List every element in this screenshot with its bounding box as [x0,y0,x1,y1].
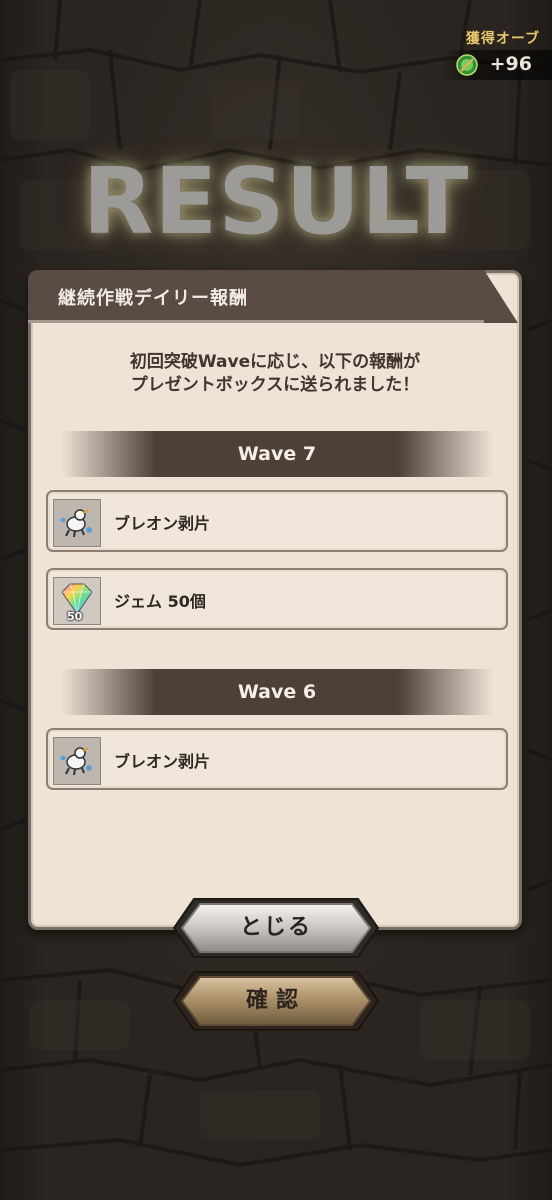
confirm-button[interactable]: 確認 [172,970,380,1032]
item-name: ブレオン剥片 [114,752,211,771]
reward-item-gem[interactable]: 50 ジェム 50個 [46,568,508,630]
orb-label: 獲得オーブ [465,31,540,47]
wave-banner-6: Wave 6 [61,669,493,715]
item-name: ジェム 50個 [114,592,206,611]
orb-value: +96 [489,53,532,75]
message-line-1: 初回突破Waveに応じ、以下の報酬が [129,352,421,372]
confirm-button-label: 確認 [245,988,306,1013]
close-button[interactable]: とじる [172,897,380,959]
panel-header: 継続作戦デイリー報酬 [28,270,518,323]
gem-count-badge: 50 [67,610,83,623]
breon-fragment-icon [53,499,101,547]
orb-icon [456,54,478,76]
reward-message: 初回突破Waveに応じ、以下の報酬が プレゼントボックスに送られました！ [31,351,519,397]
breon-fragment-icon [53,737,101,785]
gem-icon: 50 [53,577,101,625]
reward-item-breon-fragment[interactable]: ブレオン剥片 [46,728,508,790]
close-button-label: とじる [239,915,312,940]
message-line-2: プレゼントボックスに送られました！ [130,375,420,395]
reward-item-breon-fragment[interactable]: ブレオン剥片 [46,490,508,552]
panel-title: 継続作戦デイリー報酬 [58,288,248,309]
daily-reward-panel: 継続作戦デイリー報酬 初回突破Waveに応じ、以下の報酬が プレゼントボックスに… [28,270,522,930]
result-title: RESULT [82,148,470,255]
orb-counter: 獲得オーブ +96 [422,28,552,84]
item-name: ブレオン剥片 [114,514,211,533]
wave-banner-7: Wave 7 [61,431,493,477]
orb-value-row: +96 [442,50,552,80]
